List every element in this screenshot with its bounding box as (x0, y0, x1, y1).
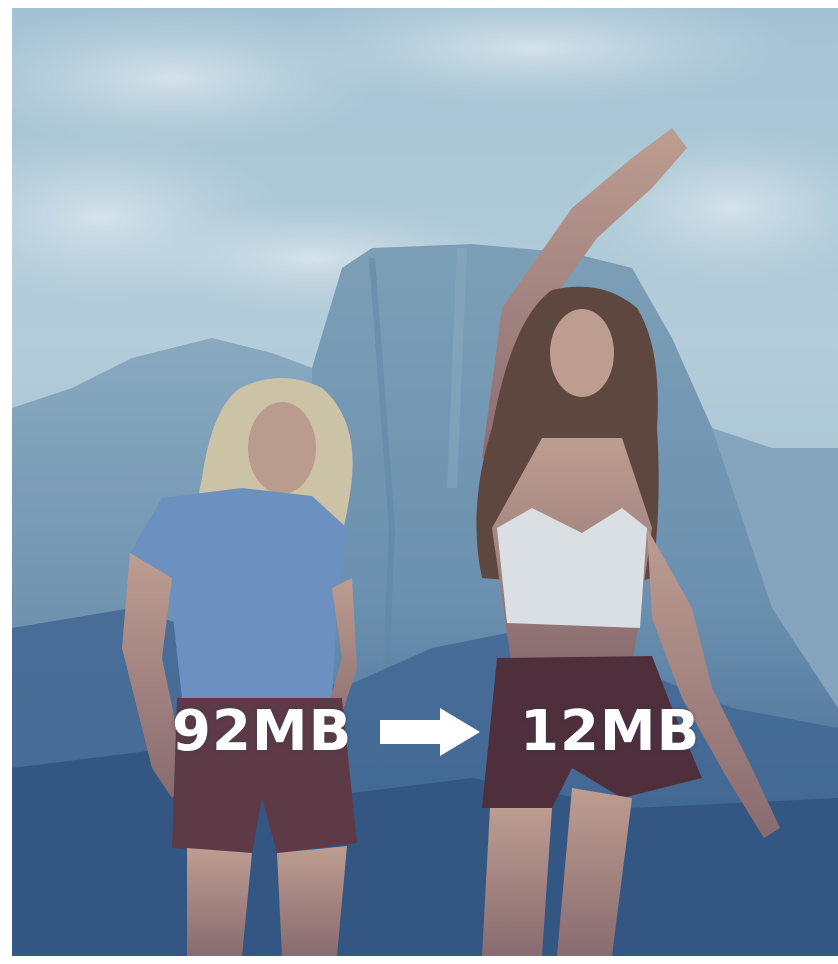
photo-scene (12, 8, 838, 956)
photo-frame: 92MB 12MB (12, 8, 838, 956)
